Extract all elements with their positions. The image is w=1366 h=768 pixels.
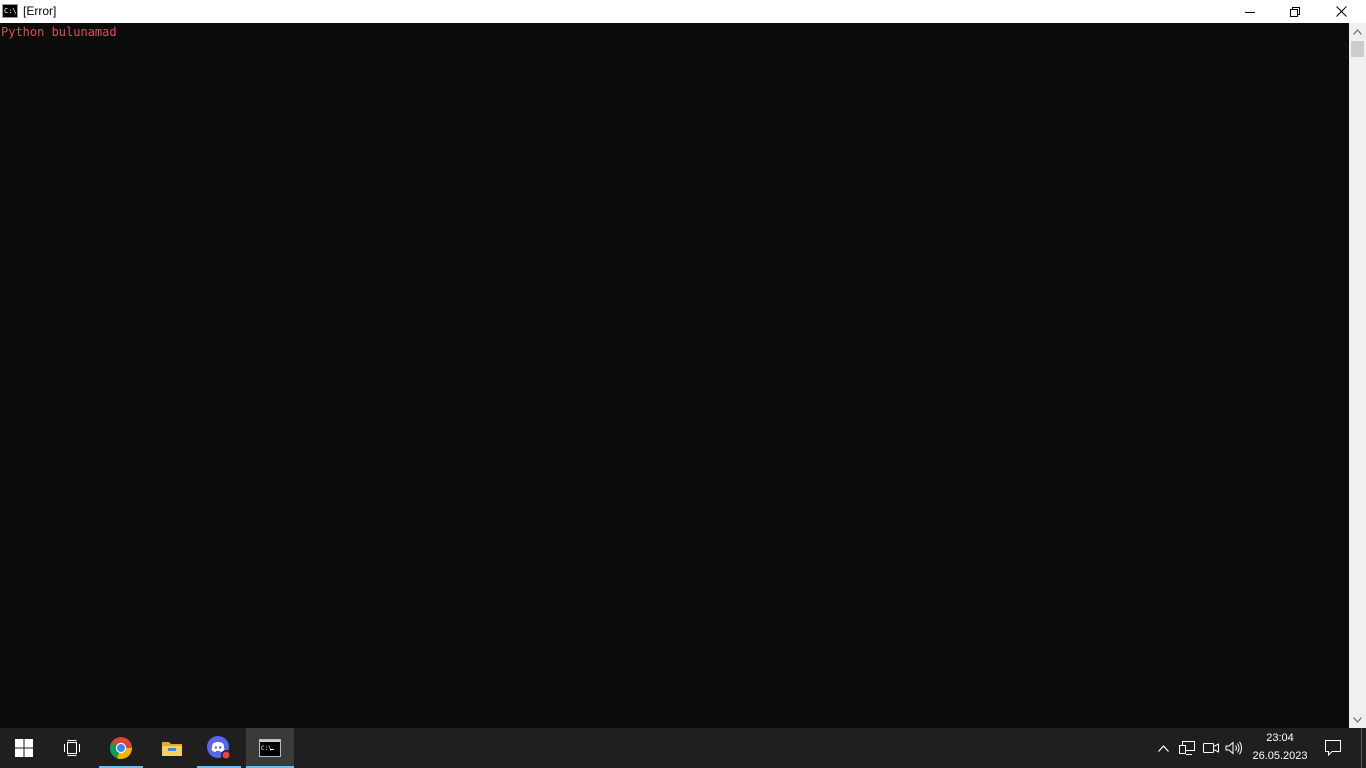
scroll-thumb[interactable]	[1351, 41, 1364, 57]
chrome-icon	[110, 737, 132, 759]
action-center-button[interactable]	[1318, 728, 1348, 768]
taskbar-discord[interactable]	[197, 728, 241, 768]
discord-icon	[207, 736, 231, 760]
clock-date: 26.05.2023	[1252, 750, 1308, 762]
title-bar[interactable]: C:\ [Error]	[0, 0, 1366, 23]
scroll-down-button[interactable]	[1349, 711, 1366, 728]
cmd-icon: C:\	[259, 739, 281, 757]
close-button[interactable]	[1318, 0, 1364, 23]
restore-button[interactable]	[1272, 0, 1318, 23]
cmd-icon[interactable]: C:\	[2, 4, 18, 18]
chevron-down-icon	[1353, 716, 1362, 723]
volume-icon	[1225, 741, 1242, 755]
network-button[interactable]	[1176, 728, 1198, 768]
meet-now-button[interactable]	[1200, 728, 1222, 768]
folder-icon	[162, 742, 182, 756]
clock[interactable]: 23:04 26.05.2023	[1248, 728, 1312, 768]
volume-button[interactable]	[1222, 728, 1246, 768]
task-view-icon	[64, 740, 80, 756]
window-title: [Error]	[23, 4, 57, 18]
taskbar-chrome[interactable]	[99, 728, 143, 768]
console-line: Python bulunamad	[1, 25, 117, 39]
minimize-icon	[1245, 11, 1255, 13]
console-window: C:\ [Error] Python bulunamad	[0, 0, 1366, 728]
network-icon	[1179, 741, 1195, 755]
start-button[interactable]	[0, 728, 48, 768]
task-view-button[interactable]	[48, 728, 96, 768]
svg-text:C:\: C:\	[261, 745, 272, 752]
scroll-up-button[interactable]	[1349, 23, 1366, 40]
meet-now-icon	[1203, 743, 1219, 753]
vertical-scrollbar[interactable]	[1349, 23, 1366, 728]
taskbar-file-explorer[interactable]	[148, 728, 196, 768]
chevron-up-icon	[1157, 744, 1169, 752]
minimize-button[interactable]	[1227, 0, 1273, 23]
restore-icon	[1290, 6, 1300, 17]
taskbar: C:\ 23:04 26.05.2023	[0, 728, 1366, 768]
close-icon	[1335, 6, 1347, 17]
taskbar-command-prompt[interactable]: C:\	[246, 728, 294, 768]
chevron-up-icon	[1353, 28, 1362, 35]
action-center-icon	[1325, 740, 1341, 756]
show-desktop-button[interactable]	[1361, 728, 1366, 768]
show-hidden-icons-button[interactable]	[1152, 728, 1174, 768]
windows-logo-icon	[15, 739, 33, 757]
console-output[interactable]: Python bulunamad	[0, 23, 1349, 728]
clock-time: 23:04	[1266, 732, 1294, 744]
